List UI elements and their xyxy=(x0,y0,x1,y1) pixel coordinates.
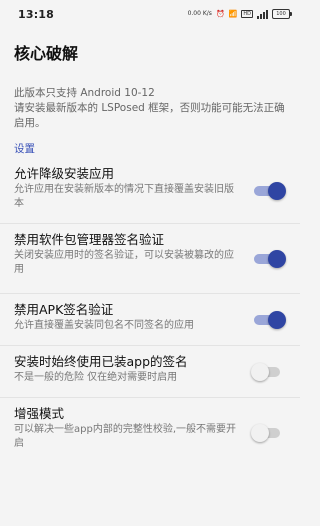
setting-disable-pm-signature[interactable]: 禁用软件包管理器签名验证 关闭安装应用时的签名验证，可以安装被篡改的应用 xyxy=(0,224,300,294)
section-title-settings: 设置 xyxy=(14,143,35,155)
setting-title: 安装时始终使用已装app的签名 xyxy=(14,354,188,369)
battery-icon: 100 xyxy=(272,9,292,19)
toggle-switch[interactable] xyxy=(252,181,286,200)
toggle-switch[interactable] xyxy=(252,249,286,268)
toggle-switch[interactable] xyxy=(251,424,284,442)
setting-summary: 关闭安装应用时的签名验证，可以安装被篡改的应用 xyxy=(14,250,234,275)
network-speed: 0.00 K/s xyxy=(187,10,212,17)
setting-title: 禁用软件包管理器签名验证 xyxy=(14,232,165,247)
hd-icon: HD xyxy=(241,10,253,18)
status-time: 13:18 xyxy=(18,7,55,21)
setting-title: 禁用APK签名验证 xyxy=(14,302,114,317)
notice-line-1: 此版本只支持 Android 10-12 xyxy=(14,87,155,99)
page-title: 核心破解 xyxy=(14,44,79,63)
setting-title: 允许降级安装应用 xyxy=(14,166,115,181)
toggle-switch[interactable] xyxy=(252,310,286,329)
setting-summary: 允许直接覆盖安装同包名不同签名的应用 xyxy=(14,320,194,331)
setting-disable-apk-signature[interactable]: 禁用APK签名验证 允许直接覆盖安装同包名不同签名的应用 xyxy=(0,294,300,346)
setting-title: 增强模式 xyxy=(14,406,65,421)
setting-summary: 可以解决一些app内部的完整性校验,一般不需要开启 xyxy=(14,424,237,449)
wifi-icon: 📶 xyxy=(228,10,238,18)
setting-summary: 允许应用在安装新版本的情况下直接覆盖安装旧版本 xyxy=(14,184,234,209)
alarm-icon: ⏰ xyxy=(215,10,225,18)
status-bar: 13:18 0.00 K/s ⏰ 📶 HD 100 xyxy=(0,0,300,28)
setting-allow-downgrade[interactable]: 允许降级安装应用 允许应用在安装新版本的情况下直接覆盖安装旧版本 xyxy=(0,158,300,224)
setting-enhanced-mode[interactable]: 增强模式 可以解决一些app内部的完整性校验,一般不需要开启 xyxy=(0,398,300,468)
settings-list: 允许降级安装应用 允许应用在安装新版本的情况下直接覆盖安装旧版本 禁用软件包管理… xyxy=(0,158,300,468)
app-bar: 核心破解 xyxy=(0,28,300,76)
toggle-switch[interactable] xyxy=(251,362,284,381)
signal-icon xyxy=(257,9,268,19)
notice-line-2: 请安装最新版本的 LSPosed 框架，否则功能可能无法正确启用。 xyxy=(14,102,285,129)
setting-summary: 不是一般的危险 仅在绝对需要时启用 xyxy=(14,372,178,383)
compatibility-notice: 此版本只支持 Android 10-12 请安装最新版本的 LSPosed 框架… xyxy=(0,76,300,134)
setting-use-installed-signature[interactable]: 安装时始终使用已装app的签名 不是一般的危险 仅在绝对需要时启用 xyxy=(0,346,300,398)
status-icons: 0.00 K/s ⏰ 📶 HD 100 xyxy=(187,9,292,19)
